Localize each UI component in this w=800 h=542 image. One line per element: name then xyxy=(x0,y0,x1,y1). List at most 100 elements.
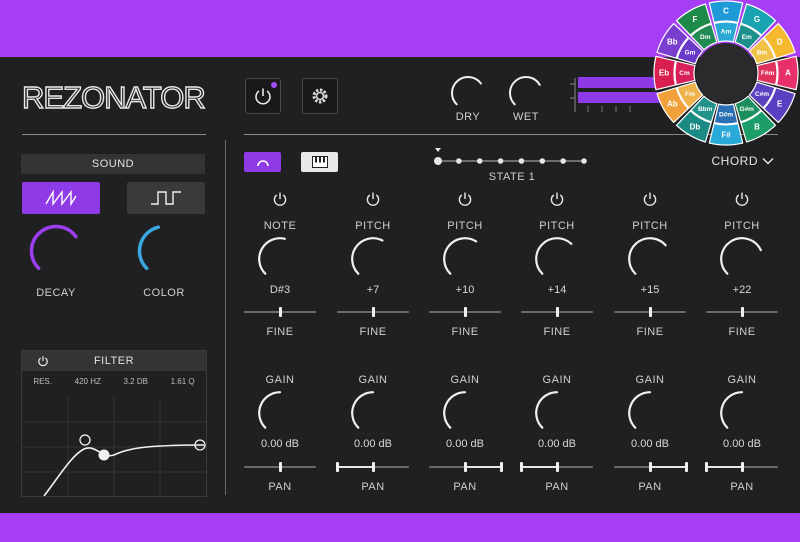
voice-3-gain-knob[interactable] xyxy=(442,390,488,441)
knob-arc xyxy=(720,391,744,429)
voice-2-pan-fill xyxy=(337,466,373,468)
power-icon xyxy=(735,192,749,206)
knob-arc xyxy=(451,76,482,106)
filter-node-1[interactable] xyxy=(79,434,91,446)
filter-node-2[interactable] xyxy=(98,449,110,461)
voice-6-pan-thumb-right[interactable] xyxy=(740,462,744,472)
voice-2-pitch-knob[interactable] xyxy=(350,236,396,287)
voice-2-pan-thumb-left[interactable] xyxy=(335,462,339,472)
voice-1-power-button[interactable] xyxy=(272,191,288,207)
chord-wheel[interactable]: C G D A E B F# Db Ab Eb Bb F Am Em Bm F#m C#m G#m D#m Bbm Fm… xyxy=(652,0,800,146)
knob-arc xyxy=(258,391,282,429)
voice-1-pitch-knob[interactable] xyxy=(257,236,303,287)
voice-5-gain-knob[interactable] xyxy=(627,390,673,441)
voice-4-gain-knob[interactable] xyxy=(534,390,580,441)
chord-wheel-major-label: Eb xyxy=(659,69,669,78)
voice-4-fine-thumb[interactable] xyxy=(555,307,559,317)
voice-6-pitch-knob[interactable] xyxy=(719,236,765,287)
knob-face xyxy=(443,237,478,275)
filter-param-gain[interactable]: 3.2 DB xyxy=(124,377,148,386)
voice-5-pitch-knob[interactable] xyxy=(627,236,673,287)
state-step[interactable] xyxy=(497,158,504,164)
voice-3-pan-thumb-left[interactable] xyxy=(463,462,467,472)
chord-wheel-major-label: G xyxy=(754,15,760,24)
voice-1-fine-thumb[interactable] xyxy=(278,307,282,317)
voice-1-gain-knob[interactable] xyxy=(257,390,303,441)
dry-knob[interactable] xyxy=(450,75,486,111)
state-step[interactable] xyxy=(434,157,442,165)
knob-face xyxy=(258,237,286,275)
knob-arc xyxy=(351,391,375,429)
wet-knob[interactable] xyxy=(508,75,544,111)
state-step[interactable] xyxy=(539,158,546,164)
settings-button[interactable] xyxy=(302,78,338,114)
voice-6-pan-thumb-left[interactable] xyxy=(704,462,708,472)
voice-6-power-button[interactable] xyxy=(734,191,750,207)
filter-power-icon[interactable] xyxy=(37,355,49,367)
voice-3-pitch-knob[interactable] xyxy=(442,236,488,287)
filter-curve-display[interactable] xyxy=(22,397,206,496)
piano-icon xyxy=(311,156,328,168)
state-step[interactable] xyxy=(518,158,525,164)
voice-5-pan-thumb-left[interactable] xyxy=(648,462,652,472)
voice-4-pan-thumb-right[interactable] xyxy=(555,462,559,472)
voice-1-pan-label: PAN xyxy=(268,481,292,493)
voice-2-fine-thumb[interactable] xyxy=(371,307,375,317)
voice-4-power-button[interactable] xyxy=(549,191,565,207)
voice-5-pan-thumb-right[interactable] xyxy=(684,462,688,472)
color-knob[interactable] xyxy=(136,223,192,279)
voice-3-fine-label: FINE xyxy=(451,326,479,338)
voice-4-pan-thumb-left[interactable] xyxy=(519,462,523,472)
chord-wheel-major-label: E xyxy=(777,100,783,109)
voice-3-fine-thumb[interactable] xyxy=(463,307,467,317)
voice-3-pan-thumb-right[interactable] xyxy=(499,462,503,472)
voice-6-fine-thumb[interactable] xyxy=(740,307,744,317)
chord-dropdown[interactable]: CHORD xyxy=(712,154,775,168)
chord-wheel-major-label: F# xyxy=(721,131,731,140)
meter-right-bar xyxy=(578,92,660,103)
filter-param-freq[interactable]: 420 HZ xyxy=(75,377,101,386)
saw-wave-button[interactable] xyxy=(22,182,100,214)
keyboard-mode-button[interactable] xyxy=(301,152,338,172)
voice-5-fine-thumb[interactable] xyxy=(648,307,652,317)
state-sequencer[interactable] xyxy=(432,146,592,168)
state-step[interactable] xyxy=(456,158,462,164)
knob-face xyxy=(443,391,467,429)
voice-2-gain-knob[interactable] xyxy=(350,390,396,441)
knob-face xyxy=(720,237,762,275)
voice-2-pan-thumb-right[interactable] xyxy=(371,462,375,472)
voice-6-gain-knob[interactable] xyxy=(719,390,765,441)
voice-2-power-button[interactable] xyxy=(365,191,381,207)
voice-5-power-button[interactable] xyxy=(642,191,658,207)
voice-3-top-value: +10 xyxy=(455,284,475,296)
filter-param-q[interactable]: 1.61 Q xyxy=(171,377,195,386)
state-step[interactable] xyxy=(476,158,483,164)
voice-5-gain-value: 0.00 dB xyxy=(631,438,669,450)
knob-arc xyxy=(628,391,652,429)
state-steps[interactable] xyxy=(432,146,592,168)
voice-3-power-button[interactable] xyxy=(457,191,473,207)
chord-wheel-major-label: Bb xyxy=(667,38,678,47)
voice-6-gain-value: 0.00 dB xyxy=(723,438,761,450)
voice-5-top-value: +15 xyxy=(640,284,660,296)
resonator-mode-button[interactable] xyxy=(244,152,281,172)
voice-4-pan-label: PAN xyxy=(545,481,569,493)
state-step[interactable] xyxy=(581,158,587,164)
voice-2-fine-label: FINE xyxy=(359,326,387,338)
state-step[interactable] xyxy=(560,158,566,164)
voice-4-top-label: PITCH xyxy=(539,220,575,232)
voice-4-pitch-knob[interactable] xyxy=(534,236,580,287)
knob-arc xyxy=(628,237,667,275)
voice-6-top-value: +22 xyxy=(732,284,752,296)
voice-1-pan-thumb[interactable] xyxy=(278,462,282,472)
voice-3-gain-label: GAIN xyxy=(450,374,480,386)
chord-wheel-minor-label: Em xyxy=(742,34,752,41)
voice-1-top-value: D#3 xyxy=(269,284,291,296)
decay-knob[interactable] xyxy=(28,223,84,279)
filter-params: RES. 420 HZ 3.2 DB 1.61 Q xyxy=(22,377,206,386)
decay-label: DECAY xyxy=(36,287,76,299)
master-power-button[interactable] xyxy=(245,78,281,114)
knob-arc xyxy=(443,391,467,429)
knob-face xyxy=(720,391,744,429)
square-wave-button[interactable] xyxy=(127,182,205,214)
